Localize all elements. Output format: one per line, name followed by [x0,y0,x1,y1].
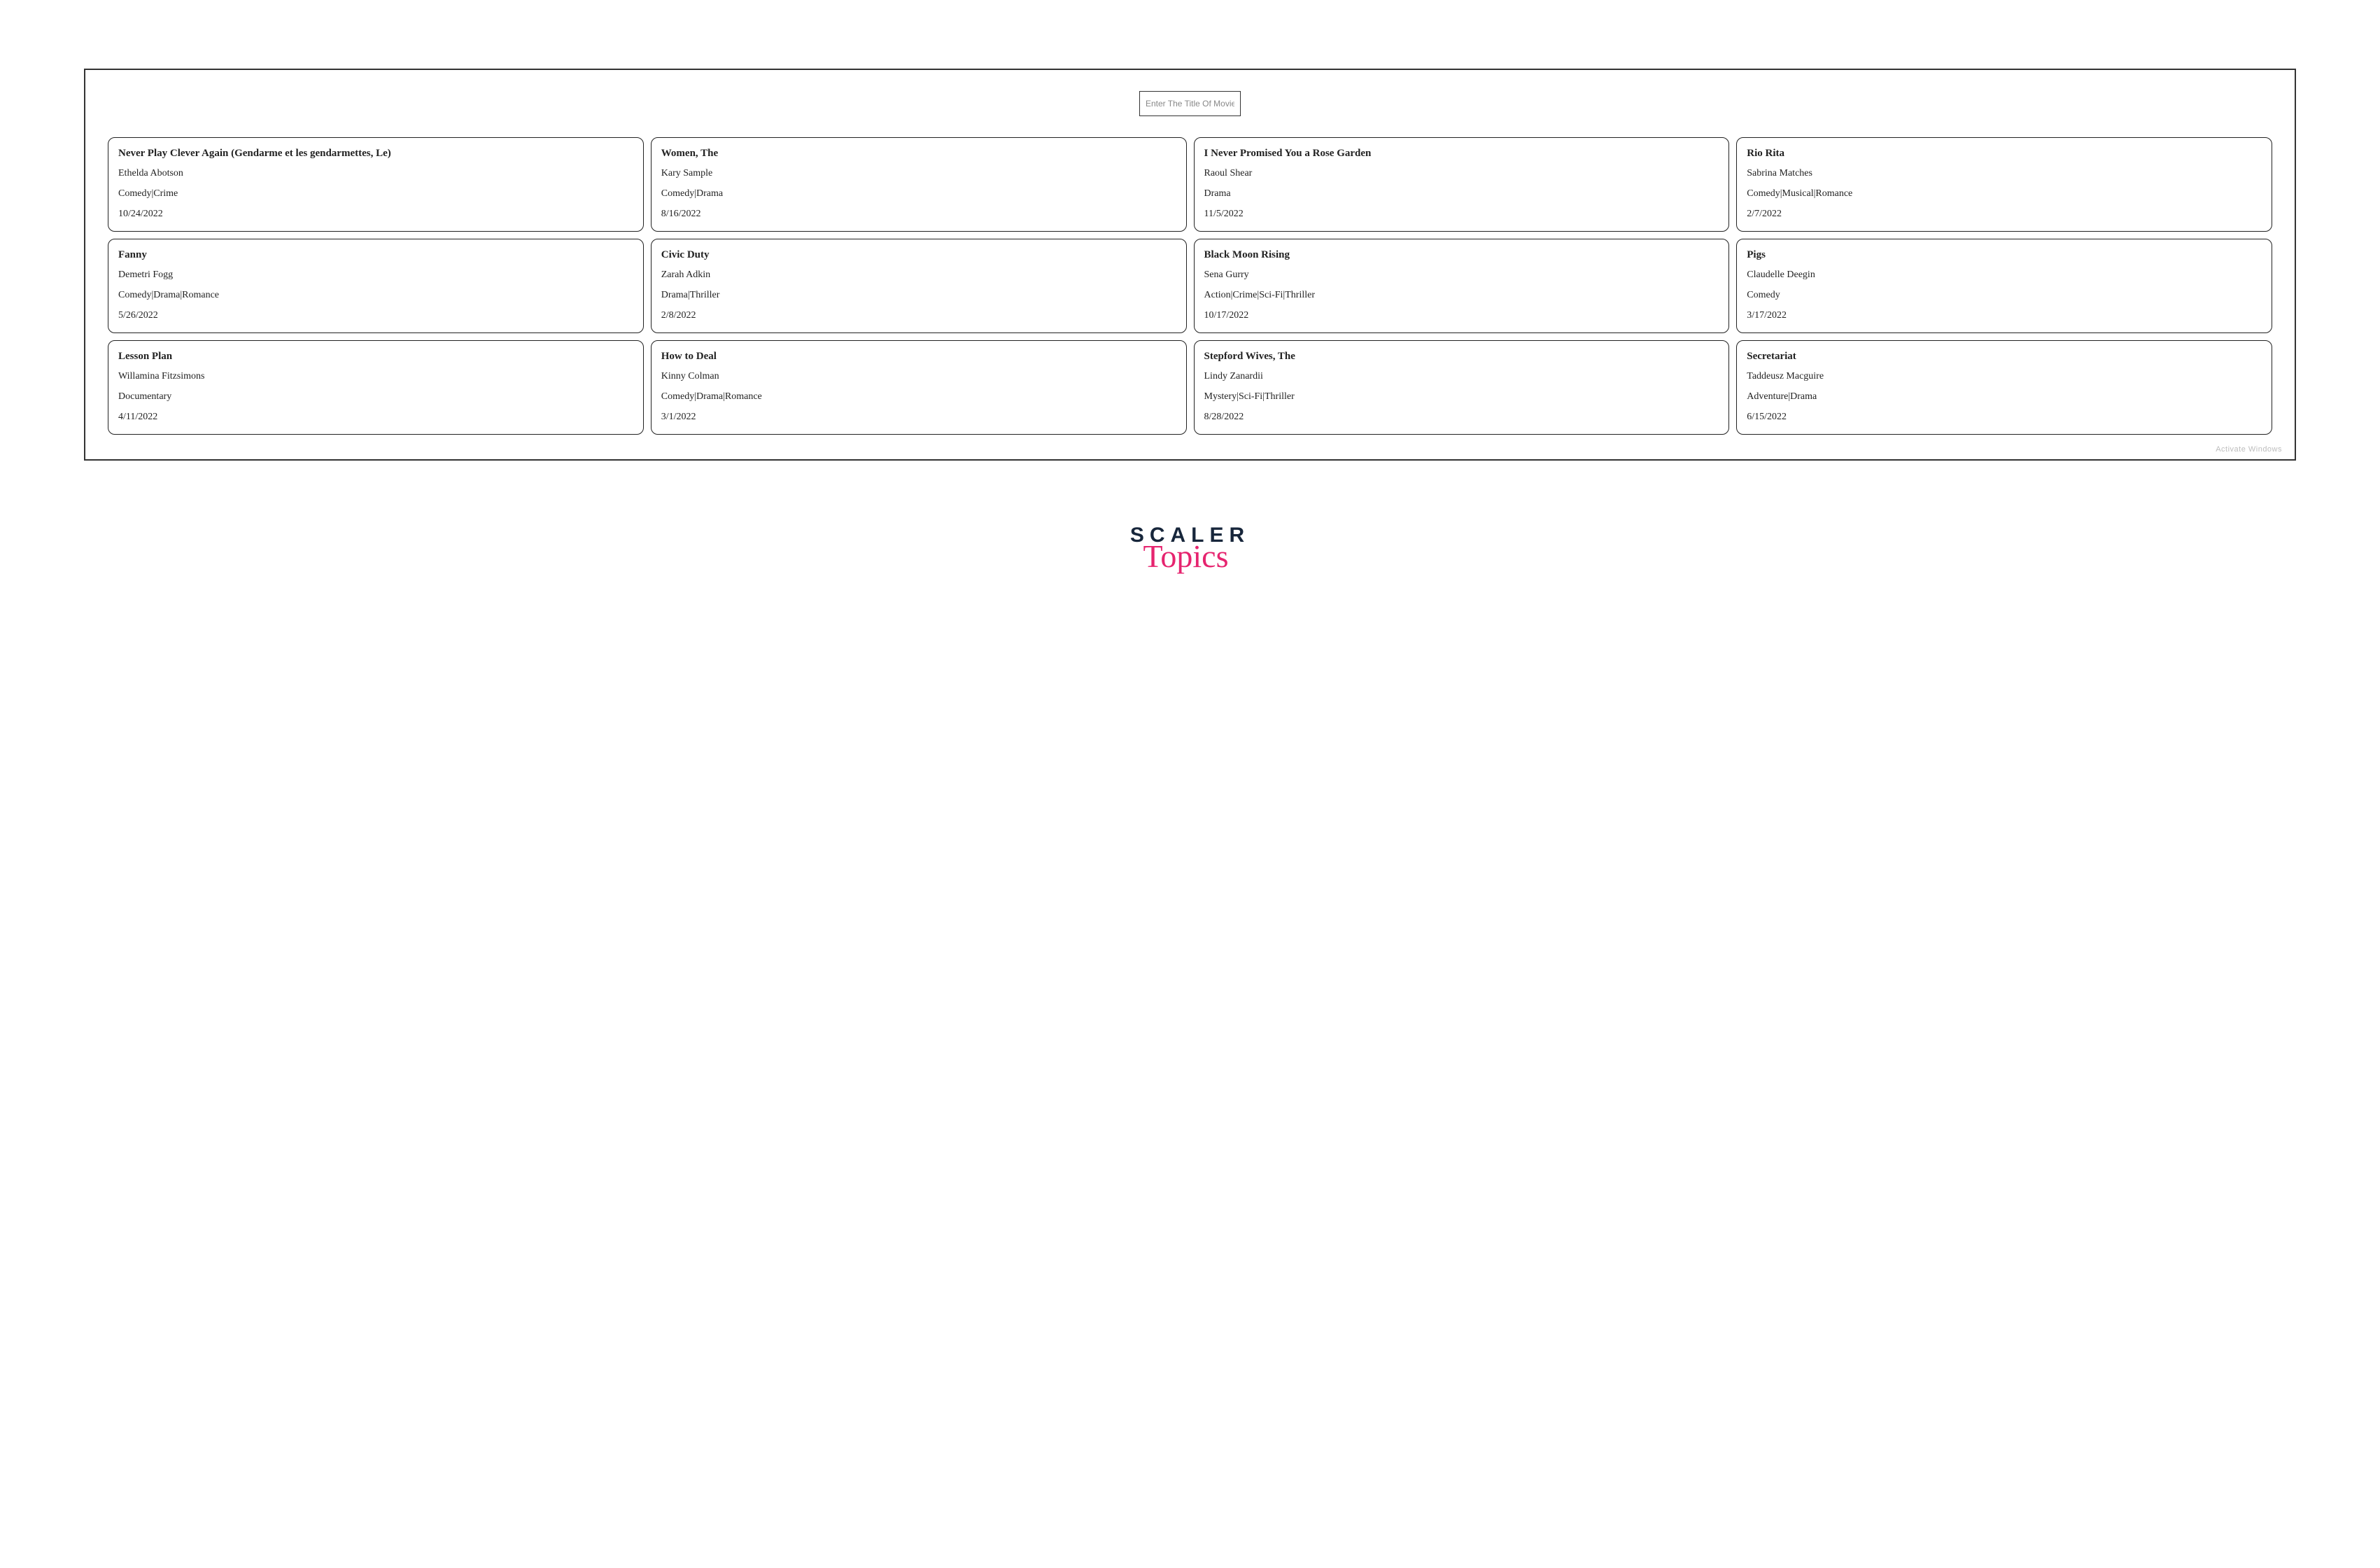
movie-author: Zarah Adkin [661,269,1176,282]
movie-card[interactable]: Pigs Claudelle Deegin Comedy 3/17/2022 [1736,239,2272,333]
movie-genre: Comedy [1747,289,2262,302]
movie-date: 6/15/2022 [1747,411,2262,424]
movie-card[interactable]: Stepford Wives, The Lindy Zanardii Myste… [1194,340,1730,435]
movie-title: How to Deal [661,349,1176,363]
movie-author: Raoul Shear [1204,167,1719,181]
movie-card[interactable]: Women, The Kary Sample Comedy|Drama 8/16… [651,137,1187,232]
movie-author: Ethelda Abotson [118,167,633,181]
movie-genre: Comedy|Crime [118,188,633,201]
movie-card[interactable]: Secretariat Taddeusz Macguire Adventure|… [1736,340,2272,435]
movie-title-search-input[interactable] [1139,91,1241,116]
movie-date: 3/17/2022 [1747,309,2262,323]
movie-genre: Action|Crime|Sci-Fi|Thriller [1204,289,1719,302]
movie-title: Civic Duty [661,248,1176,262]
movie-card[interactable]: I Never Promised You a Rose Garden Raoul… [1194,137,1730,232]
movie-author: Claudelle Deegin [1747,269,2262,282]
movie-title: Stepford Wives, The [1204,349,1719,363]
movie-genre: Comedy|Drama|Romance [118,289,633,302]
movie-author: Kary Sample [661,167,1176,181]
movie-author: Willamina Fitzsimons [118,370,633,384]
movie-date: 10/24/2022 [118,208,633,221]
movie-card[interactable]: Lesson Plan Willamina Fitzsimons Documen… [108,340,644,435]
scaler-topics-logo: SCALER Topics [1130,524,1250,575]
movie-genre: Comedy|Musical|Romance [1747,188,2262,201]
movie-title: Lesson Plan [118,349,633,363]
movie-title: Black Moon Rising [1204,248,1719,262]
movie-author: Taddeusz Macguire [1747,370,2262,384]
movie-title: Secretariat [1747,349,2262,363]
movie-date: 10/17/2022 [1204,309,1719,323]
movie-title: Rio Rita [1747,146,2262,160]
movie-title: Women, The [661,146,1176,160]
movie-title: Pigs [1747,248,2262,262]
movie-title: I Never Promised You a Rose Garden [1204,146,1719,160]
movie-card[interactable]: Fanny Demetri Fogg Comedy|Drama|Romance … [108,239,644,333]
movie-date: 2/8/2022 [661,309,1176,323]
movie-genre: Documentary [118,391,633,404]
movie-author: Kinny Colman [661,370,1176,384]
movie-author: Lindy Zanardii [1204,370,1719,384]
movie-genre: Mystery|Sci-Fi|Thriller [1204,391,1719,404]
search-bar [85,91,2295,116]
movie-date: 8/28/2022 [1204,411,1719,424]
movie-genre: Adventure|Drama [1747,391,2262,404]
movie-date: 5/26/2022 [118,309,633,323]
movie-author: Demetri Fogg [118,269,633,282]
movie-date: 2/7/2022 [1747,208,2262,221]
movie-card[interactable]: Black Moon Rising Sena Gurry Action|Crim… [1194,239,1730,333]
movie-genre: Drama [1204,188,1719,201]
movie-card[interactable]: How to Deal Kinny Colman Comedy|Drama|Ro… [651,340,1187,435]
movie-card[interactable]: Civic Duty Zarah Adkin Drama|Thriller 2/… [651,239,1187,333]
movie-card[interactable]: Rio Rita Sabrina Matches Comedy|Musical|… [1736,137,2272,232]
movie-date: 8/16/2022 [661,208,1176,221]
movie-genre: Comedy|Drama|Romance [661,391,1176,404]
movie-card[interactable]: Never Play Clever Again (Gendarme et les… [108,137,644,232]
movie-author: Sabrina Matches [1747,167,2262,181]
movie-author: Sena Gurry [1204,269,1719,282]
logo-line2: Topics [1143,538,1229,575]
app-frame: Never Play Clever Again (Gendarme et les… [84,69,2296,461]
movie-date: 4/11/2022 [118,411,633,424]
movie-date: 3/1/2022 [661,411,1176,424]
movie-title: Never Play Clever Again (Gendarme et les… [118,146,633,160]
movie-date: 11/5/2022 [1204,208,1719,221]
movie-genre: Drama|Thriller [661,289,1176,302]
movie-grid: Never Play Clever Again (Gendarme et les… [85,137,2295,457]
movie-title: Fanny [118,248,633,262]
movie-genre: Comedy|Drama [661,188,1176,201]
